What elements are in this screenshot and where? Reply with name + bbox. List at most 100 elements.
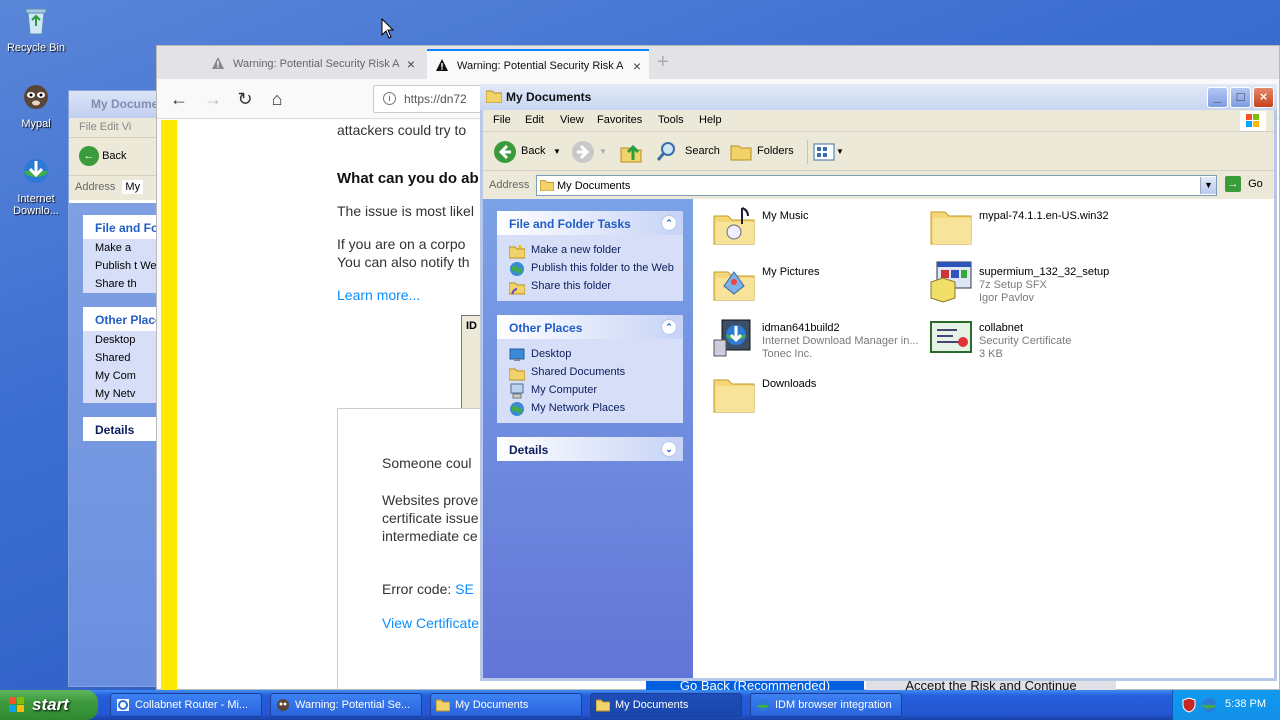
warning-icon	[212, 57, 224, 69]
taskbar-item-warning[interactable]: Warning: Potential Se...	[270, 693, 422, 717]
folders-icon	[730, 145, 752, 161]
folder-icon	[486, 90, 502, 103]
views-button[interactable]: ▼	[807, 140, 844, 164]
chevron-down-icon[interactable]: ▼	[553, 147, 561, 156]
file-item[interactable]: idman641build2 Internet Download Manager…	[706, 316, 919, 366]
bg-panel-item[interactable]: Publish t Web	[83, 257, 163, 275]
taskbar-item-collabnet[interactable]: Collabnet Router - Mi...	[110, 693, 262, 717]
publish-folder-link[interactable]: Publish this folder to the Web	[509, 259, 683, 277]
bg-panel-title[interactable]: Other Place	[83, 307, 163, 331]
close-button[interactable]: ×	[1253, 87, 1274, 108]
file-item[interactable]: My Pictures	[706, 260, 916, 310]
bg-back-button[interactable]: ← Back	[69, 138, 167, 176]
background-explorer-window[interactable]: My Docume File Edit Vi ← Back Address My…	[68, 90, 168, 687]
bg-back-label: Back	[102, 150, 127, 162]
file-item[interactable]: mypal-74.1.1.en-US.win32	[923, 204, 1133, 254]
menu-tools[interactable]: Tools	[658, 114, 684, 126]
error-code-link[interactable]: SE	[455, 581, 474, 597]
my-documents-titlebar[interactable]: My Documents _ □ ×	[480, 84, 1277, 110]
file-item[interactable]: collabnet Security Certificate 3 KB	[923, 316, 1133, 366]
file-folder-tasks-header[interactable]: File and Folder Tasks ⌃	[497, 211, 683, 235]
minimize-button[interactable]: _	[1207, 87, 1228, 108]
desktop-icon	[509, 348, 525, 361]
forward-button[interactable]: ▼	[571, 140, 611, 164]
start-button[interactable]: start	[0, 690, 98, 720]
advanced-text: Websites prove	[382, 492, 479, 508]
file-item[interactable]: Downloads	[706, 372, 916, 422]
bg-panel-item[interactable]: My Com	[83, 367, 163, 385]
page-text-line: The issue is most likel	[337, 203, 474, 219]
close-tab-icon[interactable]: ×	[633, 58, 641, 74]
file-size: 3 KB	[979, 348, 1003, 360]
new-folder-icon	[509, 244, 525, 259]
file-item[interactable]: My Music	[706, 204, 916, 254]
details-header[interactable]: Details ⌄	[497, 437, 683, 461]
bg-panel-item[interactable]: Shared	[83, 349, 163, 367]
firefox-tab-2[interactable]: Warning: Potential Security Risk A ×	[427, 49, 649, 79]
maximize-button[interactable]: □	[1230, 87, 1251, 108]
share-folder-link[interactable]: Share this folder	[509, 277, 683, 295]
file-publisher: Igor Pavlov	[979, 292, 1035, 304]
bg-address-value: My	[122, 180, 144, 194]
pictures-folder-icon	[713, 271, 755, 301]
info-icon[interactable]: i	[383, 92, 396, 105]
bg-panel-item[interactable]: Share th	[83, 275, 163, 293]
bg-panel-item[interactable]: Make a	[83, 239, 163, 257]
recycle-bin-label: Recycle Bin	[6, 42, 66, 54]
shared-documents-link[interactable]: Shared Documents	[509, 363, 683, 381]
view-certificate-link[interactable]: View Certificate	[382, 615, 479, 631]
home-icon[interactable]: ⌂	[265, 87, 289, 111]
menu-file[interactable]: File	[493, 114, 511, 126]
learn-more-link[interactable]: Learn more...	[337, 287, 420, 303]
tab-2-label: Warning: Potential Security Risk A	[457, 60, 624, 72]
other-places-header[interactable]: Other Places ⌃	[497, 315, 683, 339]
go-button[interactable]: → Go	[1225, 176, 1263, 192]
menu-view[interactable]: View	[560, 114, 584, 126]
make-new-folder-link[interactable]: Make a new folder	[509, 241, 683, 259]
taskbar-item-idm[interactable]: IDM browser integration	[750, 693, 902, 717]
my-computer-link[interactable]: My Computer	[509, 381, 683, 399]
address-dropdown-button[interactable]: ▼	[1200, 177, 1216, 194]
up-folder-button[interactable]	[619, 140, 647, 164]
my-network-places-link[interactable]: My Network Places	[509, 399, 683, 417]
idm-tray-icon[interactable]	[1201, 697, 1217, 713]
collapse-chevron-icon[interactable]: ⌃	[661, 215, 677, 231]
file-type: 7z Setup SFX	[979, 279, 1047, 291]
idm-desktop-icon[interactable]: Internet Downlo...	[0, 155, 72, 217]
back-arrow-icon[interactable]: ←	[167, 87, 191, 111]
firefox-tab-1[interactable]: Warning: Potential Security Risk A ×	[203, 49, 423, 79]
bg-panel-title[interactable]: Details	[83, 417, 163, 441]
bg-panel-item[interactable]: My Netv	[83, 385, 163, 403]
expand-chevron-icon[interactable]: ⌄	[661, 441, 677, 457]
bg-panel-item[interactable]: Desktop	[83, 331, 163, 349]
mypal-desktop-icon[interactable]: Mypal	[0, 80, 72, 130]
menu-edit[interactable]: Edit	[525, 114, 544, 126]
taskbar-item-my-documents-1[interactable]: My Documents	[430, 693, 582, 717]
bg-panel-file-tasks: File and Fol Make a Publish t Web Share …	[83, 215, 163, 293]
task-pane: File and Folder Tasks ⌃ Make a new folde…	[483, 199, 693, 678]
security-shield-icon[interactable]	[1181, 697, 1197, 713]
reload-icon[interactable]: ↻	[233, 87, 257, 111]
menu-help[interactable]: Help	[699, 114, 722, 126]
desktop-link[interactable]: Desktop	[509, 345, 683, 363]
close-tab-icon[interactable]: ×	[407, 56, 415, 72]
back-button[interactable]: Back ▼	[493, 140, 563, 164]
bg-panel-title[interactable]: File and Fol	[83, 215, 163, 239]
collapse-chevron-icon[interactable]: ⌃	[661, 319, 677, 335]
file-item[interactable]: supermium_132_32_setup 7z Setup SFX Igor…	[923, 260, 1133, 310]
bg-panel-details: Details	[83, 417, 163, 441]
taskbar-item-my-documents-2[interactable]: My Documents	[590, 693, 742, 717]
search-button[interactable]: Search	[655, 140, 725, 164]
new-tab-button[interactable]: +	[657, 51, 669, 74]
advanced-text: intermediate ce	[382, 528, 478, 544]
menu-favorites[interactable]: Favorites	[597, 114, 642, 126]
address-field[interactable]: My Documents ▼	[536, 175, 1217, 196]
recycle-bin-desktop-icon[interactable]: Recycle Bin	[0, 4, 72, 54]
mypal-label: Mypal	[21, 118, 51, 130]
folder-icon	[713, 379, 755, 413]
folders-button[interactable]: Folders	[729, 140, 799, 164]
clock[interactable]: 5:38 PM	[1225, 698, 1266, 710]
forward-arrow-icon[interactable]: →	[201, 87, 225, 111]
my-documents-window[interactable]: My Documents _ □ × File Edit View Favori…	[480, 84, 1277, 681]
chevron-down-icon[interactable]: ▼	[836, 147, 844, 156]
